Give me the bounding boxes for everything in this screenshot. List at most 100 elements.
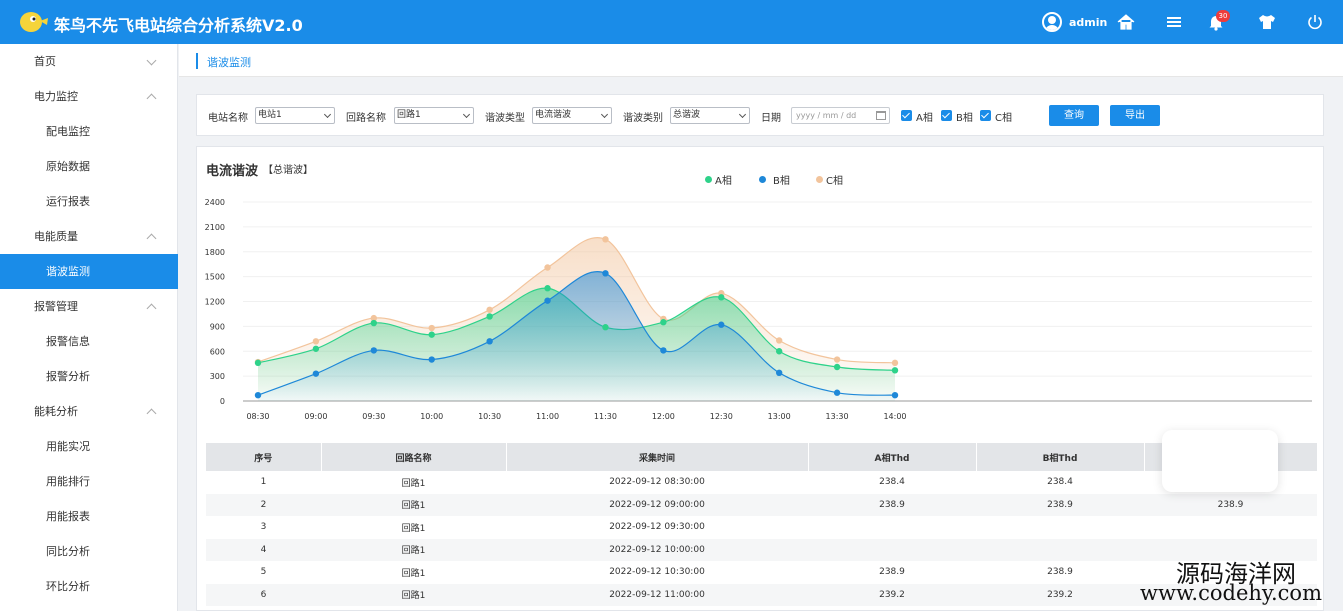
table-cell: 6 xyxy=(206,583,321,606)
series-point-1[interactable] xyxy=(660,347,667,354)
sidebar-item-7[interactable]: 报警管理 xyxy=(0,289,178,324)
series-point-0[interactable] xyxy=(775,348,783,355)
home-icon[interactable] xyxy=(1116,12,1136,32)
series-point-1[interactable] xyxy=(370,347,378,354)
series-point-2[interactable] xyxy=(602,236,609,243)
series-point-0[interactable] xyxy=(254,359,262,367)
series-point-2[interactable] xyxy=(891,359,899,367)
sidebar-item-10[interactable]: 能耗分析 xyxy=(0,394,178,429)
table-cell: 238.4 xyxy=(1047,477,1073,488)
series-point-1[interactable] xyxy=(428,356,435,363)
y-tick-label: 300 xyxy=(210,372,225,381)
circuit-select[interactable]: 回路1 xyxy=(394,107,474,124)
sidebar-item-11[interactable]: 用能实况 xyxy=(0,429,178,464)
y-tick-label: 2400 xyxy=(205,198,225,207)
sidebar: 首页电力监控配电监控 原始数据 运行报表电能质量谐波监测报警管理报警信息 报警分析能耗… xyxy=(0,44,178,611)
floating-popup xyxy=(1162,430,1278,492)
sidebar-item-15[interactable]: 环比分析 xyxy=(0,569,178,604)
sidebar-item-13[interactable]: 用能报表 xyxy=(0,499,178,534)
table-cell: 回路1 xyxy=(401,568,426,579)
series-point-2[interactable] xyxy=(833,356,841,363)
sidebar-item-6[interactable]: 谐波监测 xyxy=(0,254,178,289)
series-point-0[interactable] xyxy=(891,367,899,374)
series-point-0[interactable] xyxy=(602,324,609,331)
sidebar-item-label: 用能报表 xyxy=(46,510,90,523)
power-icon[interactable] xyxy=(1305,12,1325,32)
breadcrumb-current[interactable]: 谐波监测 xyxy=(207,54,251,70)
query-button[interactable]: 查询 xyxy=(1049,105,1099,126)
export-button[interactable]: 导出 xyxy=(1110,105,1160,126)
table-row: 1 回路1 2022-09-12 08:30:00 238.4 238.4 xyxy=(206,471,1317,494)
username: admin xyxy=(1069,15,1108,29)
col-header-b-thd: B相Thd xyxy=(976,443,1145,471)
table-cell: 3 xyxy=(260,522,267,533)
series-point-1[interactable] xyxy=(718,321,725,328)
user-menu[interactable]: admin xyxy=(1042,11,1107,33)
table-cell: 2022-09-12 09:30:00 xyxy=(609,522,705,533)
harmonic-type-select[interactable]: 电流谐波 xyxy=(532,107,612,124)
x-tick-label: 10:30 xyxy=(478,412,501,421)
sidebar-item-2[interactable]: 配电监控 xyxy=(0,114,178,149)
series-point-0[interactable] xyxy=(370,319,378,327)
table-cell: 回路1 xyxy=(321,493,506,516)
sidebar-item-9[interactable]: 报警分析 xyxy=(0,359,178,394)
series-point-0[interactable] xyxy=(486,313,493,320)
series-point-0[interactable] xyxy=(660,319,667,326)
series-point-2[interactable] xyxy=(312,338,320,345)
breadcrumb-marker xyxy=(196,53,198,69)
y-tick-label: 0 xyxy=(220,397,225,406)
table-cell: 2 xyxy=(206,493,321,516)
sidebar-item-label: 电力监控 xyxy=(34,90,78,103)
date-input[interactable]: yyyy / mm / dd xyxy=(791,107,890,124)
calendar-icon[interactable] xyxy=(876,111,886,120)
series-point-2[interactable] xyxy=(428,324,435,332)
sidebar-item-4[interactable]: 运行报表 xyxy=(0,184,178,219)
phase-c-checkbox[interactable] xyxy=(980,110,991,121)
series-point-0[interactable] xyxy=(833,363,841,371)
col-header-a-thd: A相Thd xyxy=(808,443,977,471)
series-point-1[interactable] xyxy=(833,389,841,396)
sidebar-item-0[interactable]: 首页 xyxy=(0,44,178,79)
shirt-icon[interactable] xyxy=(1257,12,1277,32)
series-point-1[interactable] xyxy=(775,369,783,377)
series-point-2[interactable] xyxy=(775,337,783,344)
table-cell: 4 xyxy=(206,538,321,561)
table-cell xyxy=(1144,516,1317,539)
sidebar-item-12[interactable]: 用能排行 xyxy=(0,464,178,499)
menu-icon[interactable] xyxy=(1164,12,1184,32)
sidebar-item-label: 报警管理 xyxy=(34,300,78,313)
series-point-0[interactable] xyxy=(312,345,320,352)
harmonic-chart: 0 300 600 900 1200 1500 1800 2100 2400 08:30 09:00… xyxy=(205,198,1312,421)
table-cell: 238.9 xyxy=(976,493,1144,516)
harmonic-category-select[interactable]: 总谐波 xyxy=(670,107,750,124)
table-cell: 2022-09-12 09:00:00 xyxy=(506,493,808,516)
harmonic-type-select-value: 电流谐波 xyxy=(535,110,572,120)
series-point-1[interactable] xyxy=(544,297,551,304)
x-tick-label: 09:30 xyxy=(362,412,385,421)
series-point-1[interactable] xyxy=(486,338,493,345)
date-label: 日期 xyxy=(761,113,781,124)
sidebar-item-5[interactable]: 电能质量 xyxy=(0,219,178,254)
phase-a-checkbox[interactable] xyxy=(901,110,912,121)
series-point-0[interactable] xyxy=(428,331,435,338)
sidebar-item-1[interactable]: 电力监控 xyxy=(0,79,178,114)
series-point-1[interactable] xyxy=(602,270,609,277)
series-point-1[interactable] xyxy=(312,370,320,377)
series-point-1[interactable] xyxy=(891,391,899,399)
series-point-0[interactable] xyxy=(718,294,725,301)
sidebar-item-8[interactable]: 报警信息 xyxy=(0,324,178,359)
sidebar-item-14[interactable]: 同比分析 xyxy=(0,534,178,569)
station-select[interactable]: 电站1 xyxy=(255,107,335,124)
series-point-1[interactable] xyxy=(254,391,262,399)
series-point-2[interactable] xyxy=(544,264,551,271)
sidebar-item-3[interactable]: 原始数据 xyxy=(0,149,178,184)
series-point-0[interactable] xyxy=(544,285,551,292)
sidebar-item-label: 电能质量 xyxy=(34,230,78,243)
table-cell: 回路1 xyxy=(321,538,506,561)
phase-b-checkbox[interactable] xyxy=(941,110,952,121)
sidebar-item-label: 能耗分析 xyxy=(34,405,78,418)
table-cell: 回路1 xyxy=(401,523,426,534)
series-point-2[interactable] xyxy=(486,306,493,313)
chevron-up-icon xyxy=(146,408,157,419)
x-tick-label: 12:30 xyxy=(710,412,733,421)
